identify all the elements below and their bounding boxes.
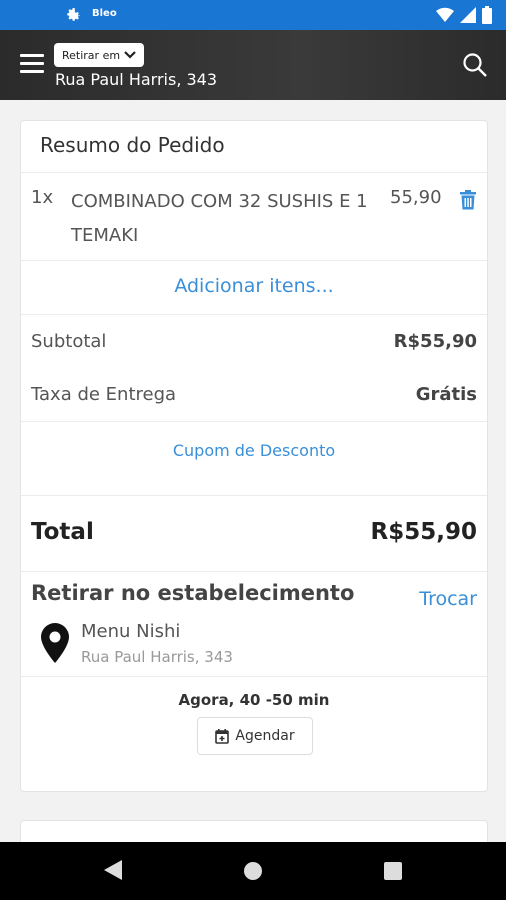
schedule-button[interactable]: Agendar [197, 717, 313, 755]
divider [21, 260, 487, 261]
calendar-icon [215, 728, 230, 744]
wifi-icon [436, 7, 454, 23]
status-bar: Bleo [0, 0, 506, 30]
chevron-down-icon [124, 51, 136, 59]
add-items-link[interactable]: Adicionar itens... [21, 275, 487, 297]
delivery-fee-label: Taxa de Entrega [31, 384, 177, 405]
schedule-label: Agendar [235, 728, 295, 744]
item-quantity: 1x [31, 187, 54, 208]
app-bar: Retirar em Rua Paul Harris, 343 [0, 30, 506, 100]
back-icon[interactable] [104, 860, 122, 880]
home-icon[interactable] [244, 862, 262, 880]
recent-apps-icon[interactable] [384, 862, 402, 880]
trash-icon[interactable] [459, 190, 477, 210]
item-price: 55,90 [390, 187, 442, 208]
gear-icon [67, 7, 81, 21]
change-store-link[interactable]: Trocar [419, 588, 477, 610]
delivery-fee-value: Grátis [415, 384, 477, 405]
divider [21, 571, 487, 572]
pickup-title: Retirar no estabelecimento [31, 581, 355, 605]
location-pin-icon [41, 623, 69, 663]
header-address[interactable]: Rua Paul Harris, 343 [55, 70, 217, 89]
signal-icon [460, 7, 476, 23]
pickup-mode-dropdown[interactable]: Retirar em [54, 43, 145, 67]
order-summary-title: Resumo do Pedido [40, 133, 225, 157]
order-summary-card: Resumo do Pedido 1x COMBINADO COM 32 SUS… [20, 120, 488, 792]
menu-icon[interactable] [20, 54, 44, 76]
pickup-time: Agora, 40 -50 min [178, 691, 330, 709]
battery-icon [482, 6, 492, 24]
store-name: Menu Nishi [81, 621, 181, 642]
status-app-label: Bleo [92, 8, 117, 19]
divider [21, 314, 487, 315]
search-icon[interactable] [462, 52, 488, 78]
divider [21, 495, 487, 496]
item-name: COMBINADO COM 32 SUSHIS E 1 TEMAKI [71, 191, 368, 246]
total-value: R$55,90 [370, 519, 477, 545]
pickup-mode-label: Retirar em [62, 48, 121, 62]
status-icons [436, 6, 492, 24]
subtotal-value: R$55,90 [393, 331, 477, 352]
system-nav-bar [0, 842, 506, 900]
subtotal-label: Subtotal [31, 331, 107, 352]
divider [21, 676, 487, 677]
store-address: Rua Paul Harris, 343 [81, 648, 233, 666]
divider [21, 421, 487, 422]
divider [21, 172, 487, 173]
coupon-link[interactable]: Cupom de Desconto [21, 441, 487, 460]
total-label: Total [31, 519, 94, 545]
